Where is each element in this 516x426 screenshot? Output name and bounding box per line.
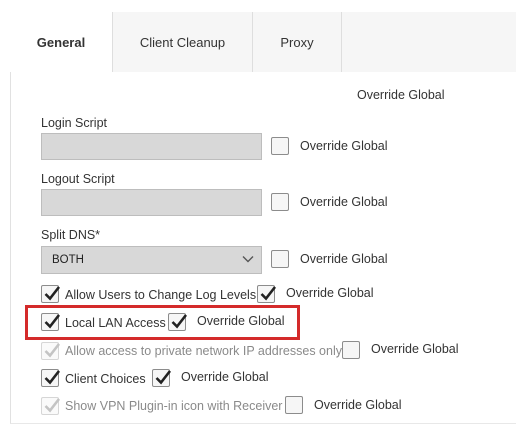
client-choices-label: Client Choices [65,372,146,386]
login-script-override-checkbox[interactable] [271,137,289,155]
client-choices-override-checkbox[interactable] [152,369,172,387]
private-ip-only-override-label: Override Global [371,342,459,356]
login-script-override-label: Override Global [300,139,388,153]
tab-proxy[interactable]: Proxy [253,12,342,72]
tab-client-cleanup[interactable]: Client Cleanup [113,12,253,72]
vpn-plugin-icon-label: Show VPN Plugin-in icon with Receiver [65,399,283,413]
client-choices-checkbox[interactable] [41,369,61,387]
allow-log-levels-override-label: Override Global [286,286,374,300]
logout-script-label: Logout Script [41,172,115,186]
split-dns-select[interactable]: BOTH [41,246,262,274]
login-script-input[interactable] [41,133,262,160]
split-dns-selected-value: BOTH [52,254,84,266]
allow-log-levels-override-checkbox[interactable] [257,285,277,303]
logout-script-override-checkbox[interactable] [271,193,289,211]
local-lan-access-override-checkbox[interactable] [168,313,188,331]
local-lan-access-override-label: Override Global [197,314,285,328]
split-dns-label: Split DNS* [41,228,101,242]
checkmark-icon [44,286,61,301]
override-global-header: Override Global [357,88,445,102]
local-lan-access-checkbox[interactable] [41,313,61,331]
split-dns-override-label: Override Global [300,252,388,266]
checkmark-icon [171,314,188,329]
logout-script-input[interactable] [41,189,262,216]
checkmark-icon [155,370,172,385]
logout-script-override-label: Override Global [300,195,388,209]
checkmark-icon [44,370,61,385]
checkmark-icon [260,286,277,301]
allow-log-levels-checkbox[interactable] [41,285,61,303]
checkmark-icon [44,314,61,329]
vpn-plugin-icon-override-label: Override Global [314,398,402,412]
tab-general[interactable]: General [10,12,113,72]
vpn-plugin-icon-checkbox[interactable] [41,397,61,415]
local-lan-access-label: Local LAN Access [65,316,166,330]
private-ip-only-label: Allow access to private network IP addre… [65,344,342,358]
checkmark-icon [44,398,61,413]
client-choices-override-label: Override Global [181,370,269,384]
split-dns-override-checkbox[interactable] [271,250,289,268]
chevron-down-icon [242,256,254,263]
allow-log-levels-label: Allow Users to Change Log Levels [65,288,257,302]
private-ip-only-checkbox[interactable] [41,342,61,360]
vpn-plugin-icon-override-checkbox[interactable] [285,396,303,414]
private-ip-only-override-checkbox[interactable] [342,341,360,359]
login-script-label: Login Script [41,116,108,130]
checkmark-icon [44,343,61,358]
